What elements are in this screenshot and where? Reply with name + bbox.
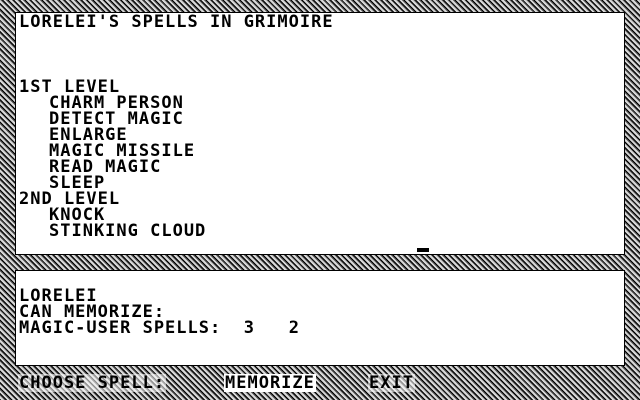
- level1-slot-count: 3: [243, 318, 255, 338]
- exit-button[interactable]: EXIT: [368, 374, 415, 392]
- spell-list-panel: LORELEI'S SPELLS IN GRIMOIRE 1ST LEVEL C…: [15, 12, 625, 255]
- memorize-button[interactable]: MEMORIZE: [224, 374, 316, 392]
- page-title: LORELEI'S SPELLS IN GRIMOIRE: [19, 12, 334, 32]
- status-panel: LORELEI CAN MEMORIZE: MAGIC-USER SPELLS:…: [15, 270, 625, 366]
- spell-slots-line: MAGIC-USER SPELLS: 3 2: [19, 318, 300, 338]
- menu-bar: CHOOSE SPELL: MEMORIZE EXIT: [0, 372, 640, 396]
- menu-prompt: CHOOSE SPELL:: [18, 373, 167, 393]
- scroll-indicator-icon[interactable]: [417, 248, 429, 252]
- game-screen: LORELEI'S SPELLS IN GRIMOIRE 1ST LEVEL C…: [0, 0, 640, 400]
- spell-stinking-cloud[interactable]: STINKING CLOUD: [49, 223, 206, 240]
- level2-slot-count: 2: [288, 318, 300, 338]
- spell-class-label: MAGIC-USER SPELLS:: [19, 318, 222, 338]
